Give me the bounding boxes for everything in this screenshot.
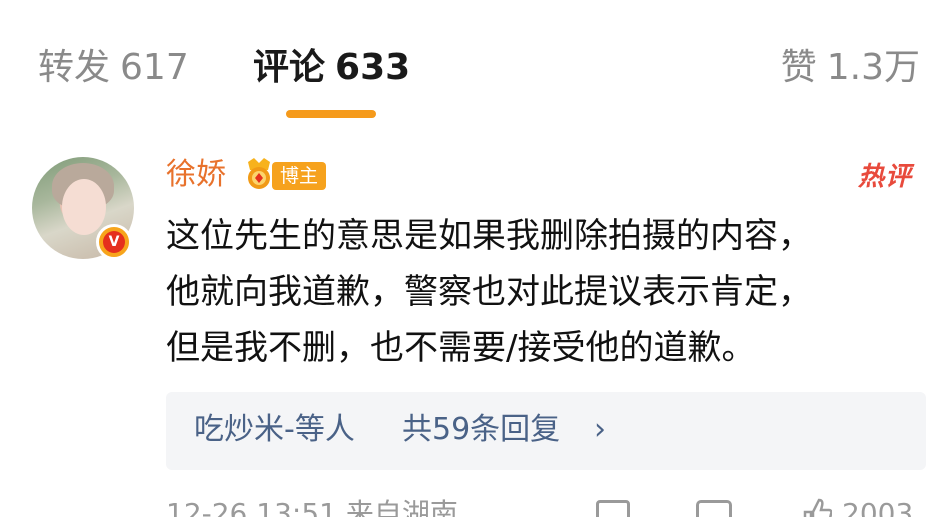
replies-preview[interactable]: 吃炒米-等人 共59条回复 › <box>166 392 926 470</box>
replies-count: 共59条回复 <box>402 412 561 447</box>
comment-line: 但是我不删，也不需要/接受他的道歉。 <box>166 328 756 368</box>
comment-username[interactable]: 徐娇 <box>166 155 226 195</box>
comment-line: 他就向我道歉，警察也对此提议表示肯定， <box>166 272 812 312</box>
tab-repost[interactable]: 转发 617 <box>38 46 189 90</box>
comment-time-location: 12-26 13:51 来自湖南 <box>166 497 458 517</box>
tab-bar: 转发 617 评论 633 赞 1.3万 <box>0 0 952 130</box>
avatar-face <box>62 179 106 235</box>
comment-like-count: 2003 <box>842 497 914 517</box>
chevron-right-icon: › <box>594 412 606 447</box>
replies-names: 吃炒米-等人 <box>194 412 355 447</box>
medal-icon <box>248 158 270 189</box>
tab-comment-label: 评论 <box>253 47 326 88</box>
like-icon[interactable] <box>802 496 832 517</box>
share-icon[interactable] <box>596 500 630 517</box>
tab-comment[interactable]: 评论 633 <box>253 46 410 90</box>
tab-like[interactable]: 赞 1.3万 <box>781 46 920 90</box>
tab-comment-count: 633 <box>335 47 411 88</box>
verified-badge-icon: V <box>96 224 132 260</box>
comment-line: 这位先生的意思是如果我删除拍摄的内容， <box>166 216 812 256</box>
tab-like-count: 1.3万 <box>826 47 920 88</box>
tab-repost-label: 转发 <box>38 47 111 88</box>
hot-comment-tag: 热评 <box>857 162 912 192</box>
author-tag: 博主 <box>272 162 327 190</box>
tab-repost-count: 617 <box>120 47 189 88</box>
active-tab-indicator <box>286 110 376 118</box>
comment-icon[interactable] <box>696 500 732 517</box>
weibo-comment-screen: 转发 617 评论 633 赞 1.3万 V 徐娇 博主 热评 这位先生的意思是如果我… <box>0 0 952 517</box>
comment-footer: 12-26 13:51 来自湖南 2003 <box>166 494 926 517</box>
tab-like-label: 赞 <box>780 47 817 88</box>
comment-text: 这位先生的意思是如果我删除拍摄的内容， 他就向我道歉，警察也对此提议表示肯定， … <box>166 208 926 376</box>
